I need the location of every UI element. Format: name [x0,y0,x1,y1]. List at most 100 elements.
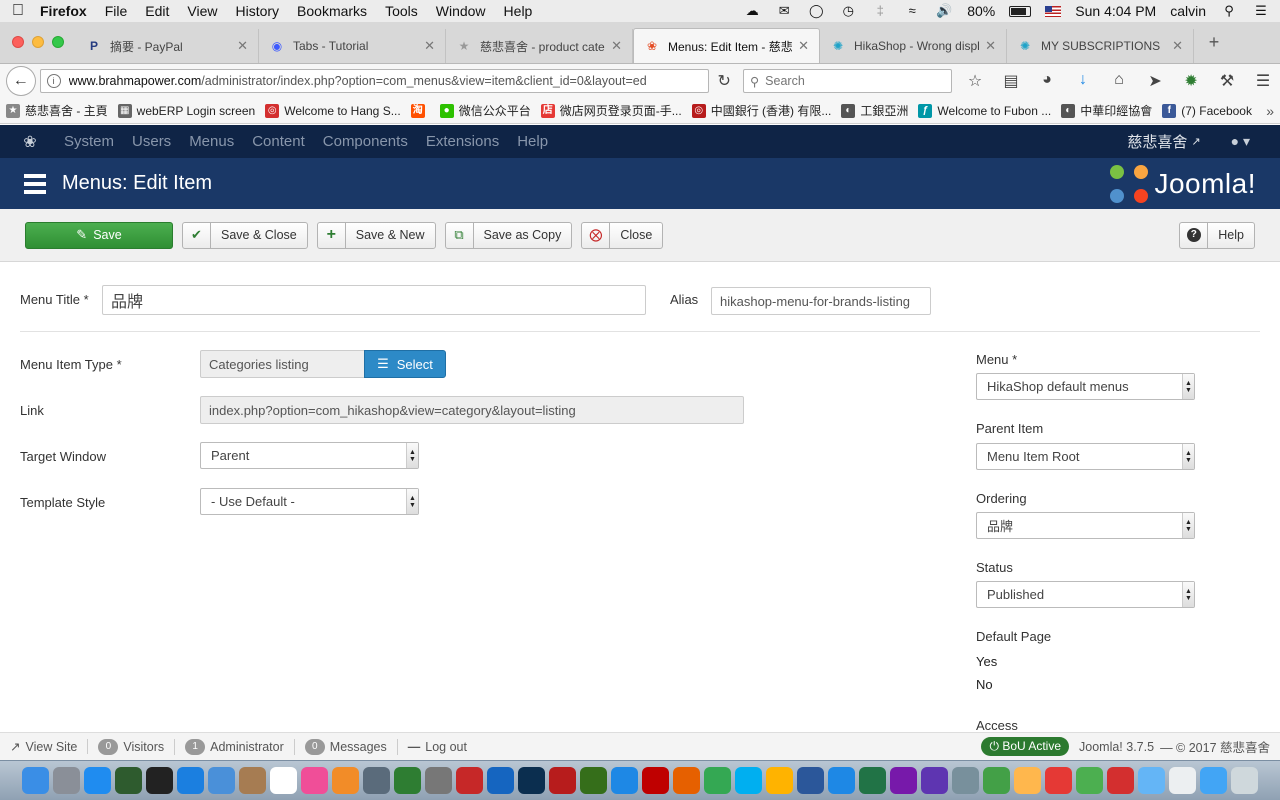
wifi-icon[interactable]: ≈ [903,4,921,18]
bookmark-item[interactable]: ◎ Welcome to Hang S... [265,103,401,118]
home-icon[interactable]: ⌂ [1108,71,1130,91]
menu-view[interactable]: View [187,3,217,19]
word-alt-icon[interactable] [828,767,855,794]
save-copy-button[interactable]: ⧉ Save as Copy [444,221,573,249]
dreamweaver-icon[interactable] [580,767,607,794]
volume-icon[interactable]: 🔊 [935,4,953,18]
battery-percent[interactable]: 80% [967,3,995,19]
nav-content[interactable]: Content [252,133,305,150]
ibooks-icon[interactable] [332,767,359,794]
bookmark-item[interactable]: ● 微信公众平台 [439,102,531,119]
reload-icon[interactable]: ↻ [709,71,739,91]
nav-components[interactable]: Components [323,133,408,150]
acrobat-icon[interactable] [1107,767,1134,794]
menu-window[interactable]: Window [436,3,486,19]
onenote-icon[interactable] [890,767,917,794]
menu-app-name[interactable]: Firefox [40,3,87,19]
site-name-link[interactable]: 慈悲喜舍 [1127,131,1187,152]
save-close-button[interactable]: ✔ Save & Close [182,221,308,249]
nav-menus[interactable]: Menus [189,133,234,150]
joomla-icon[interactable]: ❀ [8,132,52,152]
chrome-icon[interactable] [704,767,731,794]
nav-help[interactable]: Help [517,133,548,150]
parent-item-select[interactable]: Menu Item Root ▲ ▼ [976,443,1195,470]
close-icon[interactable]: ✕ [237,38,248,54]
contacts-icon[interactable] [239,767,266,794]
word-icon[interactable] [797,767,824,794]
menu-help[interactable]: Help [504,3,533,19]
close-icon[interactable]: ✕ [798,38,809,54]
time-machine-icon[interactable]: ◷ [839,4,857,18]
back-icon[interactable]: ← [6,66,36,96]
dashboard-icon[interactable] [146,767,173,794]
settings-icon[interactable] [487,767,514,794]
user-name[interactable]: calvin [1170,3,1206,19]
launchpad-icon[interactable] [53,767,80,794]
photo-browser-icon[interactable] [1045,767,1072,794]
onedrive-icon[interactable] [611,767,638,794]
menu-select[interactable]: HikaShop default menus ▲ ▼ [976,373,1195,400]
browser-tab[interactable]: ★ 慈悲喜舍 - product catego ✕ [446,29,633,63]
url-bar[interactable]: i www.brahmapower.com/administrator/inde… [39,69,710,93]
user-menu-icon[interactable]: ● ▾ [1231,133,1250,150]
bookmark-item[interactable]: ◐ 中華印經協會 [1061,102,1152,119]
printer-icon[interactable] [952,767,979,794]
alias-input[interactable]: hikashop-menu-for-brands-listing [711,287,931,315]
extension-icon[interactable]: ✹ [1180,71,1202,91]
photoshop-icon[interactable] [518,767,545,794]
administrator-status[interactable]: 1 Administrator [185,738,295,755]
opera-icon[interactable] [766,767,793,794]
chevron-right-icon[interactable]: » [1266,103,1274,119]
photos-icon[interactable] [1014,767,1041,794]
default-page-yes[interactable]: Yes [976,654,997,669]
browser-tab[interactable]: ✺ MY SUBSCRIPTIONS ✕ [1007,29,1194,63]
search-input[interactable] [765,74,936,88]
select-type-button[interactable]: ☰ Select [364,350,446,378]
close-icon[interactable]: ✕ [611,38,622,54]
addon-icon[interactable]: ⚒ [1216,71,1238,91]
nav-extensions[interactable]: Extensions [426,133,499,150]
documents-icon[interactable] [1169,767,1196,794]
close-icon[interactable]: ✕ [424,38,435,54]
menu-tools[interactable]: Tools [385,3,418,19]
clock[interactable]: Sun 4:04 PM [1075,3,1156,19]
zoom-window-icon[interactable] [52,35,64,48]
url-text[interactable]: www.brahmapower.com/administrator/index.… [69,74,703,88]
toolbox-icon[interactable] [456,767,483,794]
minimize-window-icon[interactable] [32,35,44,48]
filezilla-icon[interactable] [642,767,669,794]
calendar-icon[interactable] [270,767,297,794]
template-style-select[interactable]: - Use Default - ▲ ▼ [200,488,419,515]
bookmark-item[interactable]: ◐ 工銀亞洲 [841,102,908,119]
search-bar[interactable]: ⚲ [743,69,953,93]
menu-bookmarks[interactable]: Bookmarks [297,3,367,19]
applications-icon[interactable] [1138,767,1165,794]
safari-icon[interactable] [177,767,204,794]
notification-center-icon[interactable]: ☰ [1252,4,1270,18]
hamburger-menu-icon[interactable]: ☰ [1252,71,1274,91]
spotlight-icon[interactable]: ⚲ [1220,4,1238,18]
camera-icon[interactable] [1076,767,1103,794]
browser-tab[interactable]: ◉ Tabs - Tutorial ✕ [259,29,446,63]
pocket-icon[interactable]: ◕ [1036,71,1058,91]
system-prefs-icon[interactable] [425,767,452,794]
skype-icon[interactable] [735,767,762,794]
bookmark-star-icon[interactable]: ☆ [964,71,986,91]
nav-users[interactable]: Users [132,133,171,150]
bookmark-item[interactable]: ▦ webERP Login screen [117,103,255,118]
cloud-icon[interactable] [921,767,948,794]
menu-file[interactable]: File [105,3,128,19]
bookmark-item[interactable]: ◎ 中國銀行 (香港) 有限... [691,102,831,119]
globe-icon[interactable] [983,767,1010,794]
trash-icon[interactable] [1231,767,1258,794]
browser-tab-active[interactable]: ❀ Menus: Edit Item - 慈悲喜 ✕ [633,28,820,63]
finder-icon[interactable] [22,767,49,794]
itunes-icon[interactable] [301,767,328,794]
firefox-icon[interactable] [673,767,700,794]
tableplus-icon[interactable] [363,767,390,794]
close-window-icon[interactable] [12,35,24,48]
browser-tab[interactable]: P 摘要 - PayPal ✕ [76,29,259,63]
bookmark-item[interactable]: 淘 [410,103,430,118]
close-button[interactable]: ⨂ Close [581,221,664,249]
bookmark-item[interactable]: 店微店网页登录页面-手... [540,102,682,119]
